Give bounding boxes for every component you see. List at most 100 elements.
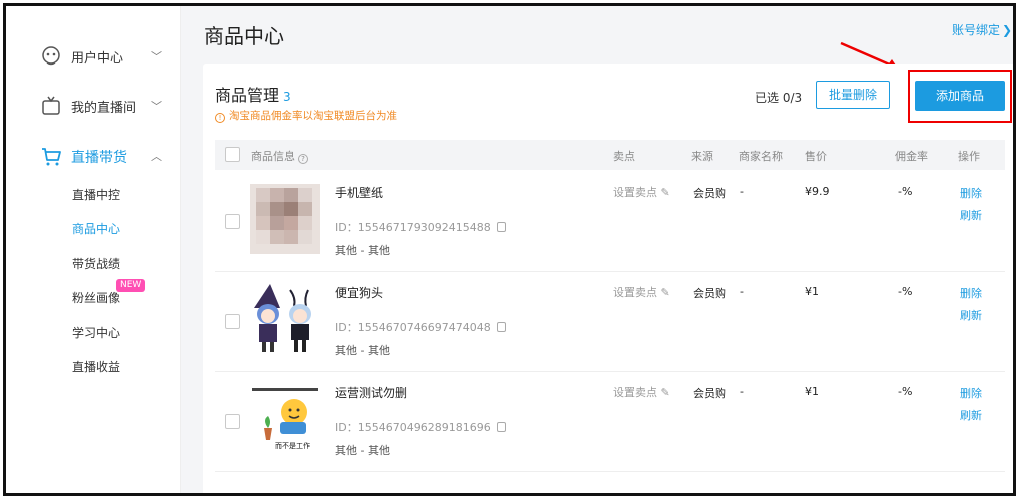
card-title: 商品管理 3 — [215, 82, 291, 106]
selling-point-label: 设置卖点 — [613, 386, 657, 399]
product-source: 会员购 — [693, 287, 726, 300]
meme-caption: 而不是工作 — [275, 441, 310, 450]
refresh-link[interactable]: 刷新 — [960, 407, 982, 423]
batch-delete-button[interactable]: 批量删除 — [816, 81, 890, 109]
header-selling-point: 卖点 — [613, 150, 635, 163]
chevron-down-icon: ﹀ — [151, 100, 162, 113]
product-id: ID：1554671793092415488 — [335, 219, 506, 235]
sidebar-item-product-center[interactable]: 商品中心 — [72, 220, 120, 237]
app-frame: 用户中心 ﹀ 我的直播间 ﹀ 直播带货 ︿ 直播中控 商品中心 带货战绩 粉丝画… — [3, 3, 1016, 496]
product-thumbnail-anime — [250, 284, 320, 354]
chevron-down-icon: ﹀ — [151, 50, 162, 63]
product-id-text: ID：1554670496289181696 — [335, 421, 491, 434]
header-price: 售价 — [805, 150, 827, 163]
help-icon[interactable]: ? — [298, 154, 308, 164]
product-name: 运营测试勿删 — [335, 386, 408, 400]
cart-icon — [42, 148, 61, 166]
sidebar-group-my-live-room[interactable]: 我的直播间 ﹀ — [6, 86, 181, 126]
set-selling-point-link[interactable]: 设置卖点 ✎ — [613, 184, 670, 200]
page-title: 商品中心 — [204, 24, 284, 48]
delete-link[interactable]: 删除 — [960, 285, 982, 301]
sidebar-item-learning-center[interactable]: 学习中心 — [72, 324, 120, 341]
blurred-image-icon — [250, 184, 320, 254]
product-source: 会员购 — [693, 187, 726, 200]
commission-rate: -% — [898, 185, 913, 198]
product-category: 其他 - 其他 — [335, 344, 390, 357]
sidebar-group-label: 我的直播间 — [71, 101, 137, 116]
product-category: 其他 - 其他 — [335, 444, 390, 457]
row-checkbox[interactable] — [225, 214, 240, 229]
sidebar-item-sales-record[interactable]: 带货战绩 — [72, 255, 120, 272]
table-header: 商品信息? 卖点 来源 商家名称 售价 佣金率 操作 — [215, 140, 1005, 170]
user-face-icon — [42, 46, 60, 66]
selected-count: 已选 0/3 — [755, 91, 803, 105]
commission-rate: -% — [898, 385, 913, 398]
sidebar-item-fan-portrait-wrap[interactable]: 粉丝画像 NEW — [72, 279, 146, 306]
selling-point-label: 设置卖点 — [613, 286, 657, 299]
header-product-info: 商品信息? — [251, 148, 308, 164]
edit-pencil-icon: ✎ — [660, 386, 670, 399]
edit-pencil-icon: ✎ — [660, 186, 670, 199]
delete-link[interactable]: 删除 — [960, 385, 982, 401]
commission-rate: -% — [898, 285, 913, 298]
merchant-name: - — [740, 185, 744, 198]
account-binding-label: 账号绑定 — [952, 23, 1001, 37]
edit-pencil-icon: ✎ — [660, 286, 670, 299]
sidebar: 用户中心 ﹀ 我的直播间 ﹀ 直播带货 ︿ 直播中控 商品中心 带货战绩 粉丝画… — [6, 6, 181, 493]
copy-icon[interactable] — [496, 222, 506, 232]
copy-icon[interactable] — [496, 422, 506, 432]
table-row: 而不是工作 运营测试勿删 ID：1554670496289181696 其他 -… — [215, 372, 1005, 472]
new-badge: NEW — [116, 279, 146, 292]
product-name: 便宜狗头 — [335, 286, 384, 300]
selling-point-label: 设置卖点 — [613, 186, 657, 199]
anime-characters-image-icon — [250, 284, 320, 354]
refresh-link[interactable]: 刷新 — [960, 207, 982, 223]
product-id: ID：1554670496289181696 — [335, 419, 506, 435]
row-checkbox[interactable] — [225, 314, 240, 329]
meme-image-icon: 而不是工作 — [250, 384, 320, 454]
merchant-name: - — [740, 285, 744, 298]
tv-icon — [42, 96, 60, 115]
product-id: ID：1554670746697474048 — [335, 319, 506, 335]
sidebar-group-label: 用户中心 — [71, 51, 124, 66]
product-price: ¥9.9 — [805, 185, 830, 198]
annotation-highlight-box — [908, 70, 1012, 123]
card-title-text: 商品管理 — [215, 86, 280, 105]
select-all-checkbox[interactable] — [225, 147, 240, 162]
product-id-text: ID：1554671793092415488 — [335, 221, 491, 234]
refresh-link[interactable]: 刷新 — [960, 307, 982, 323]
commission-warning: ! 淘宝商品佣金率以淘宝联盟后台为准 — [215, 108, 397, 123]
sidebar-item-live-revenue[interactable]: 直播收益 — [72, 358, 120, 375]
header-info-label: 商品信息 — [251, 150, 295, 163]
product-price: ¥1 — [805, 385, 819, 398]
sidebar-group-live-sales[interactable]: 直播带货 ︿ — [6, 136, 181, 176]
copy-icon[interactable] — [496, 322, 506, 332]
warning-icon: ! — [215, 113, 225, 123]
product-count: 3 — [283, 90, 291, 104]
product-id-text: ID：1554670746697474048 — [335, 321, 491, 334]
set-selling-point-link[interactable]: 设置卖点 ✎ — [613, 384, 670, 400]
product-management-card: 商品管理 3 ! 淘宝商品佣金率以淘宝联盟后台为准 已选 0/3 批量删除 添加商品… — [203, 64, 1013, 493]
sidebar-item-live-control[interactable]: 直播中控 — [72, 186, 120, 203]
delete-link[interactable]: 删除 — [960, 185, 982, 201]
sidebar-group-user-center[interactable]: 用户中心 ﹀ — [6, 36, 181, 76]
product-source: 会员购 — [693, 387, 726, 400]
merchant-name: - — [740, 385, 744, 398]
account-binding-link[interactable]: 账号绑定 ❯ — [952, 21, 1012, 38]
sidebar-group-label: 直播带货 — [71, 150, 127, 166]
row-checkbox[interactable] — [225, 414, 240, 429]
set-selling-point-link[interactable]: 设置卖点 ✎ — [613, 284, 670, 300]
sidebar-item-fan-portrait: 粉丝画像 — [72, 291, 121, 305]
chevron-right-icon: ❯ — [1002, 23, 1013, 37]
header-action: 操作 — [958, 150, 980, 163]
product-category: 其他 - 其他 — [335, 244, 390, 257]
table-row: 便宜狗头 ID：1554670746697474048 其他 - 其他 设置卖点… — [215, 272, 1005, 372]
header-commission: 佣金率 — [895, 150, 928, 163]
header-source: 来源 — [691, 150, 713, 163]
chevron-up-icon: ︿ — [151, 150, 162, 163]
product-name: 手机壁纸 — [335, 186, 384, 200]
product-thumbnail-meme: 而不是工作 — [250, 384, 320, 454]
table-row: 手机壁纸 ID：1554671793092415488 其他 - 其他 设置卖点… — [215, 172, 1005, 272]
product-price: ¥1 — [805, 285, 819, 298]
warning-text: 淘宝商品佣金率以淘宝联盟后台为准 — [229, 110, 397, 122]
